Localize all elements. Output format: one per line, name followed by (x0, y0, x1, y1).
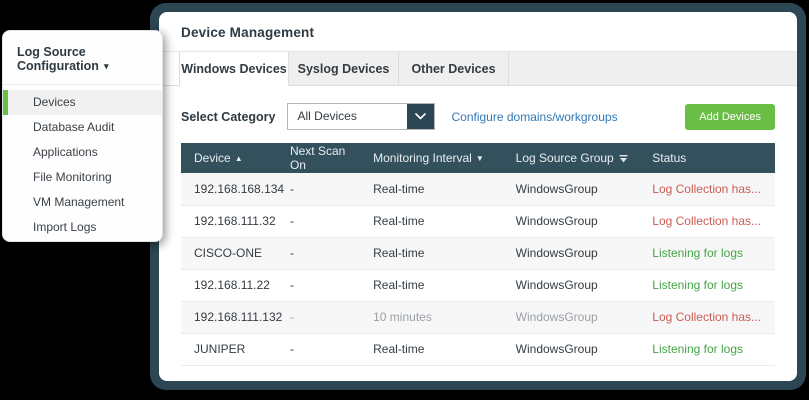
log-source-configuration-menu: Log Source Configuration ▾ Devices Databa… (2, 30, 163, 242)
cell-interval: 10 minutes (365, 301, 508, 333)
cell-interval: Real-time (365, 269, 508, 301)
log-source-configuration-dropdown[interactable]: Log Source Configuration ▾ (3, 31, 162, 85)
tab-bar: Windows Devices Syslog Devices Other Dev… (159, 52, 797, 86)
category-dropdown[interactable]: All Devices (287, 103, 435, 130)
cell-next-scan: - (282, 173, 365, 205)
col-header-interval-label: Monitoring Interval (373, 151, 472, 165)
cell-group: WindowsGroup (508, 237, 645, 269)
col-header-interval[interactable]: Monitoring Interval ▼ (365, 143, 508, 173)
cell-next-scan: - (282, 333, 365, 365)
add-devices-button[interactable]: Add Devices (685, 104, 775, 130)
panel-content: Device Management Windows Devices Syslog… (159, 12, 797, 381)
sidebar-item-file-monitoring[interactable]: File Monitoring (3, 165, 162, 190)
table-row[interactable]: 192.168.168.134 - Real-time WindowsGroup… (181, 173, 775, 205)
table-row[interactable]: 192.168.111.132 - 10 minutes WindowsGrou… (181, 301, 775, 333)
col-header-device[interactable]: Device ▲ (181, 143, 282, 173)
cell-interval: Real-time (365, 333, 508, 365)
cell-group: WindowsGroup (508, 269, 645, 301)
sidebar-item-import-logs[interactable]: Import Logs (3, 215, 162, 240)
table-row[interactable]: 192.168.11.22 - Real-time WindowsGroup L… (181, 269, 775, 301)
filter-icon[interactable] (619, 155, 628, 163)
col-header-status-label: Status (652, 151, 686, 165)
tab-other-devices[interactable]: Other Devices (399, 52, 509, 86)
cell-status[interactable]: Log Collection has... (644, 205, 775, 237)
table-header-row: Device ▲ Next Scan On Monitoring Interval… (181, 143, 775, 173)
cell-device: 192.168.11.22 (181, 269, 282, 301)
tab-syslog-devices[interactable]: Syslog Devices (289, 52, 399, 86)
devices-table-wrap: Device ▲ Next Scan On Monitoring Interval… (181, 143, 775, 366)
caret-down-icon: ▾ (104, 61, 109, 71)
sidebar-item-vm-management[interactable]: VM Management (3, 190, 162, 215)
cell-interval: Real-time (365, 205, 508, 237)
cell-status[interactable]: Listening for logs (644, 333, 775, 365)
col-header-next-scan-label: Next Scan On (290, 144, 345, 172)
cell-status[interactable]: Log Collection has... (644, 301, 775, 333)
col-header-status[interactable]: Status (644, 143, 775, 173)
cell-status[interactable]: Listening for logs (644, 237, 775, 269)
configure-domains-link[interactable]: Configure domains/workgroups (451, 110, 617, 124)
table-row[interactable]: 192.168.111.32 - Real-time WindowsGroup … (181, 205, 775, 237)
cell-group: WindowsGroup (508, 333, 645, 365)
cell-next-scan: - (282, 301, 365, 333)
category-dropdown-value: All Devices (288, 104, 407, 129)
controls-row: Select Category All Devices Configure do… (159, 86, 797, 143)
col-header-group-label: Log Source Group (516, 151, 614, 165)
log-source-configuration-label: Log Source Configuration (17, 45, 99, 73)
device-management-panel: Device Management Windows Devices Syslog… (150, 3, 806, 390)
col-header-next-scan[interactable]: Next Scan On (282, 143, 365, 173)
sort-desc-icon: ▼ (476, 154, 484, 163)
col-header-group[interactable]: Log Source Group (508, 143, 645, 173)
cell-interval: Real-time (365, 173, 508, 205)
sidebar-menu: Devices Database Audit Applications File… (3, 85, 162, 246)
cell-group: WindowsGroup (508, 205, 645, 237)
cell-next-scan: - (282, 237, 365, 269)
table-row[interactable]: JUNIPER - Real-time WindowsGroup Listeni… (181, 333, 775, 365)
tab-windows-devices[interactable]: Windows Devices (179, 52, 289, 86)
cell-device: 192.168.168.134 (181, 173, 282, 205)
cell-group: WindowsGroup (508, 301, 645, 333)
table-row[interactable]: CISCO-ONE - Real-time WindowsGroup Liste… (181, 237, 775, 269)
cell-device: CISCO-ONE (181, 237, 282, 269)
select-category-label: Select Category (181, 110, 275, 124)
col-header-device-label: Device (194, 151, 231, 165)
page-title: Device Management (159, 12, 797, 52)
cell-status[interactable]: Log Collection has... (644, 173, 775, 205)
cell-device: JUNIPER (181, 333, 282, 365)
cell-device: 192.168.111.132 (181, 301, 282, 333)
cell-status[interactable]: Listening for logs (644, 269, 775, 301)
cell-group: WindowsGroup (508, 173, 645, 205)
cell-device: 192.168.111.32 (181, 205, 282, 237)
cell-next-scan: - (282, 269, 365, 301)
sort-asc-icon: ▲ (235, 154, 243, 163)
cell-next-scan: - (282, 205, 365, 237)
tab-bar-filler (509, 52, 797, 86)
cell-interval: Real-time (365, 237, 508, 269)
sidebar-item-devices[interactable]: Devices (3, 90, 162, 115)
sidebar-item-database-audit[interactable]: Database Audit (3, 115, 162, 140)
devices-table: Device ▲ Next Scan On Monitoring Interval… (181, 143, 775, 366)
chevron-down-icon (407, 104, 434, 129)
sidebar-item-applications[interactable]: Applications (3, 140, 162, 165)
